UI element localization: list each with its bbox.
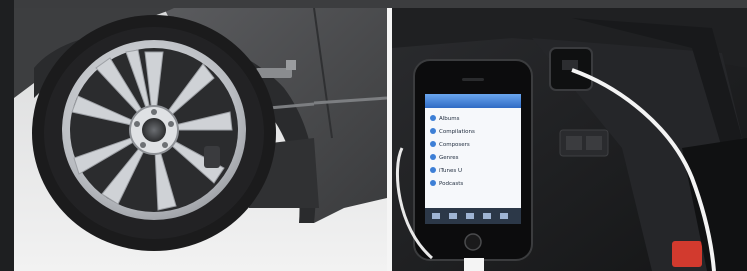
usb-port — [549, 47, 593, 91]
phone-usb-photo: Albums Compilations Composers Genres iTu… — [392, 8, 747, 271]
menu-item-label: iTunes U — [439, 168, 462, 174]
menu-item-label: Podcasts — [439, 181, 463, 187]
hub-emblem — [142, 118, 166, 142]
menu-item-label: Composers — [439, 142, 470, 148]
top-band — [0, 0, 747, 8]
wheel-photo-svg — [14, 8, 387, 271]
red-button — [672, 241, 702, 267]
menu-item-label: Genres — [439, 155, 459, 161]
phone-usb-svg: Albums Compilations Composers Genres iTu… — [392, 8, 747, 271]
left-edge-strip — [0, 0, 14, 271]
home-button — [464, 233, 482, 251]
wheel-photo — [14, 8, 387, 271]
menu-item-label: Albums — [439, 116, 460, 122]
smartphone: Albums Compilations Composers Genres iTu… — [413, 59, 533, 261]
photo-collage: Albums Compilations Composers Genres iTu… — [0, 0, 747, 271]
menu-item-label: Compilations — [439, 129, 475, 135]
